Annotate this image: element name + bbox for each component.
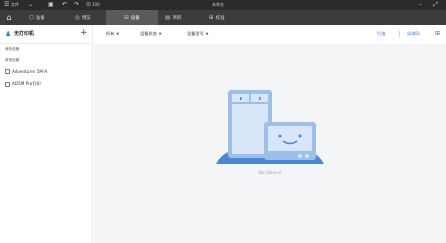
- redo-icon[interactable]: ↷: [74, 0, 79, 10]
- lan-link[interactable]: 局域网: [407, 31, 420, 37]
- empty-state-text: No Device: [258, 171, 282, 176]
- filter-model-dropdown[interactable]: 设备型号 ▼: [187, 31, 208, 37]
- printer-icon: [5, 81, 10, 87]
- calibration-icon: ⊞: [209, 14, 214, 21]
- project-icon: ▤: [165, 14, 171, 21]
- add-printer-button[interactable]: +: [80, 28, 88, 39]
- illustration-monitor-screen: [268, 126, 312, 151]
- device-sidebar: ♟ 无打印机 + 我的设备 其他设备 Adventurer 5M-A AD5M …: [0, 25, 93, 243]
- illustration-led-1: [240, 97, 242, 100]
- filter-all-dropdown[interactable]: 所有 ▼: [106, 31, 119, 37]
- zoom-level: 100: [92, 2, 100, 7]
- printer-icon: ♟: [5, 30, 12, 38]
- zoom-icon[interactable]: ⊙: [86, 0, 91, 10]
- window-title: 未命名: [212, 2, 224, 7]
- tab-project[interactable]: ▤ 项目: [160, 10, 186, 25]
- illustration-button-2: [305, 154, 309, 158]
- scan-link[interactable]: 扫描: [377, 31, 385, 37]
- preview-icon: ◎: [75, 14, 80, 21]
- device-item-ad5m-pro[interactable]: AD5M Pro打印: [5, 81, 41, 87]
- illustration-button-1: [298, 154, 302, 158]
- tab-bar: ⌂ ⬡ 准备 ◎ 预览 ⊟ 设备 ▤ 项目 ⊞ 校准: [0, 10, 446, 25]
- undo-icon[interactable]: ↶: [62, 0, 67, 10]
- save-icon[interactable]: ▣: [48, 0, 54, 10]
- minimize-icon[interactable]: –: [419, 0, 422, 10]
- device-item-adventurer[interactable]: Adventurer 5M-A: [5, 69, 47, 74]
- menu-icon[interactable]: ☰: [4, 0, 9, 10]
- illustration-eye-right: [298, 134, 302, 138]
- section-other-devices: 其他设备: [5, 58, 20, 62]
- caret-down-icon: ▼: [158, 32, 162, 36]
- file-menu[interactable]: 文件: [11, 0, 19, 10]
- device-content-area: No Device: [94, 44, 446, 243]
- minimize-dropdown-icon[interactable]: ⌄: [28, 0, 33, 10]
- no-device-illustration: [216, 90, 324, 164]
- caret-down-icon: ▼: [116, 32, 120, 36]
- illustration-tablet-screen: [232, 104, 268, 154]
- illustration-eye-left: [278, 134, 282, 138]
- expand-icon[interactable]: ⤢: [433, 0, 438, 10]
- tab-preview[interactable]: ◎ 预览: [70, 10, 96, 25]
- section-my-devices: 我的设备: [5, 47, 20, 51]
- caret-down-icon: ▼: [205, 32, 209, 36]
- sidebar-header: ♟ 无打印机 +: [0, 25, 93, 44]
- tab-calibration[interactable]: ⊞ 校准: [204, 10, 230, 25]
- cube-icon: ⬡: [29, 14, 34, 21]
- toolbar-divider: [399, 31, 400, 37]
- sidebar-title: 无打印机: [14, 31, 35, 37]
- filter-status-dropdown[interactable]: 设备状态 ▼: [140, 31, 161, 37]
- device-toolbar: 所有 ▼ 设备状态 ▼ 设备型号 ▼ 扫描 局域网 ⊞: [94, 25, 446, 44]
- tab-device[interactable]: ⊟ 设备: [106, 10, 158, 25]
- tab-prepare[interactable]: ⬡ 准备: [24, 10, 50, 25]
- device-icon: ⊟: [124, 14, 129, 21]
- title-bar: ☰ 文件 ⌄ ▣ ↶ ↷ ⊙ 100 未命名 – ⤢: [0, 0, 446, 10]
- home-icon[interactable]: ⌂: [4, 12, 14, 23]
- illustration-led-2: [259, 97, 261, 100]
- grid-view-icon[interactable]: ⊞: [435, 30, 440, 37]
- printer-icon: [5, 69, 10, 74]
